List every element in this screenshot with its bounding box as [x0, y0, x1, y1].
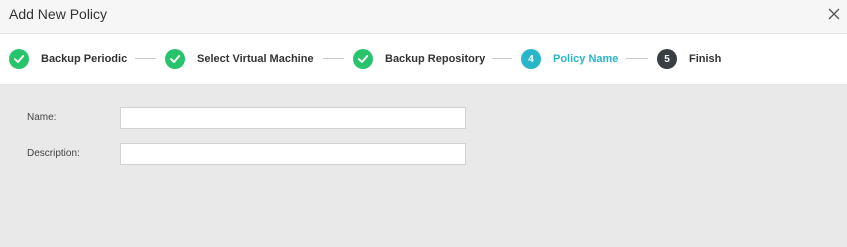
step-number-badge: 4 [521, 49, 541, 69]
step-label: Backup Repository [385, 53, 486, 65]
step-label: Select Virtual Machine [197, 53, 314, 65]
add-policy-dialog: Add New Policy Backup Periodic Select Vi… [0, 0, 847, 247]
description-label: Description: [27, 148, 80, 159]
step-policy-name[interactable]: 4 Policy Name [521, 49, 618, 69]
checkmark-icon [9, 49, 29, 69]
close-icon[interactable] [825, 5, 843, 23]
dialog-header: Add New Policy [0, 0, 847, 34]
step-backup-periodic[interactable]: Backup Periodic [9, 49, 127, 69]
name-label: Name: [27, 112, 57, 123]
step-backup-repository[interactable]: Backup Repository [353, 49, 485, 69]
name-input[interactable] [120, 107, 466, 129]
step-label: Backup Periodic [41, 53, 128, 65]
step-connector [626, 58, 648, 59]
step-connector [135, 58, 156, 59]
step-label: Finish [689, 53, 722, 65]
dialog-title: Add New Policy [9, 6, 108, 22]
checkmark-icon [353, 49, 373, 69]
step-label: Policy Name [553, 53, 619, 65]
description-row: Description: [0, 143, 847, 167]
step-connector [492, 58, 512, 59]
checkmark-icon [165, 49, 185, 69]
description-input[interactable] [120, 143, 466, 165]
step-finish[interactable]: 5 Finish [657, 49, 721, 69]
close-icon-glyph [828, 8, 840, 20]
form-panel: Name: Description: [0, 85, 847, 247]
step-connector [323, 58, 344, 59]
step-number-badge: 5 [657, 49, 677, 69]
wizard-steps: Backup Periodic Select Virtual Machine B… [0, 34, 847, 85]
step-select-virtual-machine[interactable]: Select Virtual Machine [165, 49, 314, 69]
name-row: Name: [0, 107, 847, 131]
